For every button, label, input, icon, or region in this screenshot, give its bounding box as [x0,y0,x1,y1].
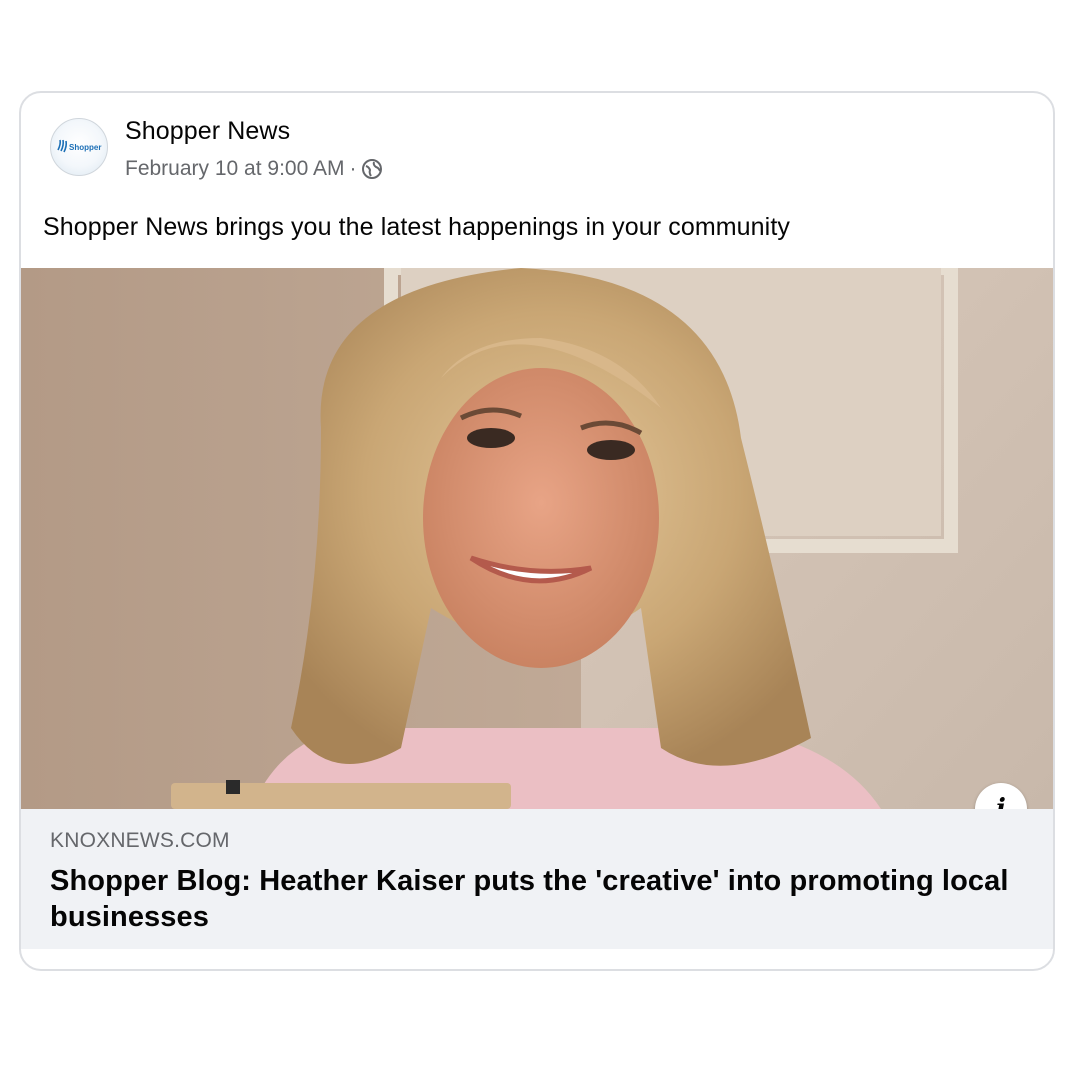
post-meta: February 10 at 9:00 AM · [125,155,383,183]
link-domain: KNOXNEWS.COM [50,829,230,852]
link-preview-footer[interactable]: KNOXNEWS.COM Shopper Blog: Heather Kaise… [21,809,1053,949]
shopper-news-logo: Shopper [57,139,101,153]
globe-icon[interactable] [361,158,383,180]
link-preview-image[interactable] [21,268,1053,809]
portrait-photo [21,268,1053,809]
post-text: Shopper News brings you the latest happe… [43,213,790,241]
feed-post: Shopper Shopper News February 10 at 9:00… [19,91,1055,971]
post-timestamp[interactable]: February 10 at 9:00 AM [125,157,344,181]
meta-separator: · [349,157,357,180]
page-avatar[interactable]: Shopper [50,118,108,176]
link-title[interactable]: Shopper Blog: Heather Kaiser puts the 'c… [50,863,1010,935]
post-header: Shopper Shopper News February 10 at 9:00… [21,93,1053,203]
page-name[interactable]: Shopper News [125,117,290,146]
avatar-text: Shopper [69,143,101,152]
